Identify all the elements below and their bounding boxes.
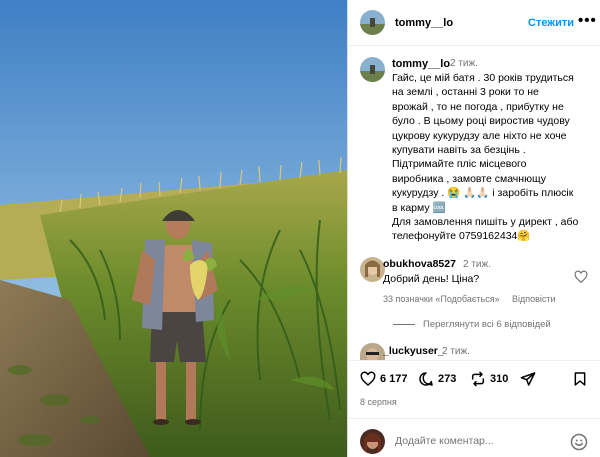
- share-icon[interactable]: [520, 371, 536, 387]
- share-button[interactable]: [520, 371, 536, 387]
- caption-line: Підтримайте пліс місцевого: [392, 158, 527, 171]
- like-button[interactable]: 6 177: [360, 371, 408, 387]
- author-username[interactable]: tommy__lo: [395, 17, 453, 29]
- instagram-post: tommy__lo Стежити ••• tommy__lo 2 тиж. Г…: [0, 0, 600, 457]
- heart-icon[interactable]: [574, 270, 588, 284]
- comment-button[interactable]: 273: [418, 371, 456, 387]
- bookmark-icon[interactable]: [572, 371, 588, 387]
- follow-button[interactable]: Стежити: [528, 17, 574, 29]
- caption-line: телефонуйте 0759162434🤗: [392, 230, 531, 243]
- reposts-count[interactable]: 310: [490, 373, 508, 385]
- caption-avatar[interactable]: [360, 57, 385, 82]
- more-horizontal-icon[interactable]: •••: [578, 12, 597, 29]
- emoji-icon[interactable]: [570, 433, 588, 451]
- caption-line: було . В цьому році виростив чудову: [392, 115, 570, 128]
- comments-count[interactable]: 273: [438, 373, 456, 385]
- comment-icon[interactable]: [418, 371, 434, 387]
- caption-line: кукурудзу . 😭 🙏🏻🙏🏻 і заробіть плюсік: [392, 187, 574, 200]
- caption-text: Гайс, це мій батя . 30 років трудиться н…: [392, 71, 592, 244]
- view-replies-label[interactable]: Переглянути всі 6 відповідей: [423, 319, 551, 330]
- reply-button[interactable]: Відповісти: [512, 294, 556, 304]
- caption-username[interactable]: tommy__lo: [392, 58, 450, 70]
- caption-line: Гайс, це мій батя . 30 років трудиться: [392, 72, 574, 84]
- caption-line: купувати навіть за безцінь .: [392, 144, 526, 157]
- comment-username[interactable]: obukhova8527: [383, 258, 456, 270]
- likes-count[interactable]: 6 177: [380, 373, 408, 385]
- caption-line: в карму 🆒: [392, 201, 446, 214]
- comment-username[interactable]: _luckyuser_: [383, 345, 444, 357]
- comment-text: Добрий день! Ціна?: [383, 273, 480, 285]
- add-comment-bar: [348, 418, 600, 457]
- comment-timestamp[interactable]: 2 тиж.: [442, 346, 470, 357]
- comment-likes-count[interactable]: 33 позначки «Подобається»: [383, 294, 500, 304]
- caption-line: цукрову кукурудзу але ніхто не хоче: [392, 129, 567, 142]
- caption-line: Для замовлення пишіть у директ , або: [392, 216, 579, 229]
- replies-divider-line: [393, 324, 415, 325]
- caption-line: врожай , то не погода , прибутку не: [392, 100, 564, 113]
- comment-timestamp[interactable]: 2 тиж.: [463, 259, 491, 270]
- repost-button[interactable]: 310: [470, 371, 508, 387]
- comment-input[interactable]: [395, 435, 565, 447]
- caption-line: виробника , замовте смачнющу: [392, 172, 546, 185]
- repost-icon[interactable]: [470, 371, 486, 387]
- current-user-avatar[interactable]: [360, 429, 385, 454]
- post-header: tommy__lo Стежити •••: [348, 0, 600, 46]
- post-photo[interactable]: [0, 0, 347, 457]
- caption-timestamp[interactable]: 2 тиж.: [450, 58, 478, 69]
- author-avatar[interactable]: [360, 10, 385, 35]
- commenter-avatar[interactable]: [360, 257, 385, 282]
- view-replies-button[interactable]: Переглянути всі 6 відповідей: [393, 319, 551, 330]
- action-bar: 6 177 273 310: [348, 360, 600, 395]
- caption-line: на землі , останні 3 роки то не: [392, 86, 539, 99]
- bookmark-button[interactable]: [572, 371, 588, 387]
- corn-field-image: [0, 0, 347, 457]
- post-date[interactable]: 8 серпня: [360, 397, 397, 407]
- heart-icon[interactable]: [360, 371, 376, 387]
- commenter-avatar[interactable]: [360, 343, 385, 360]
- post-details-panel: tommy__lo Стежити ••• tommy__lo 2 тиж. Г…: [348, 0, 600, 457]
